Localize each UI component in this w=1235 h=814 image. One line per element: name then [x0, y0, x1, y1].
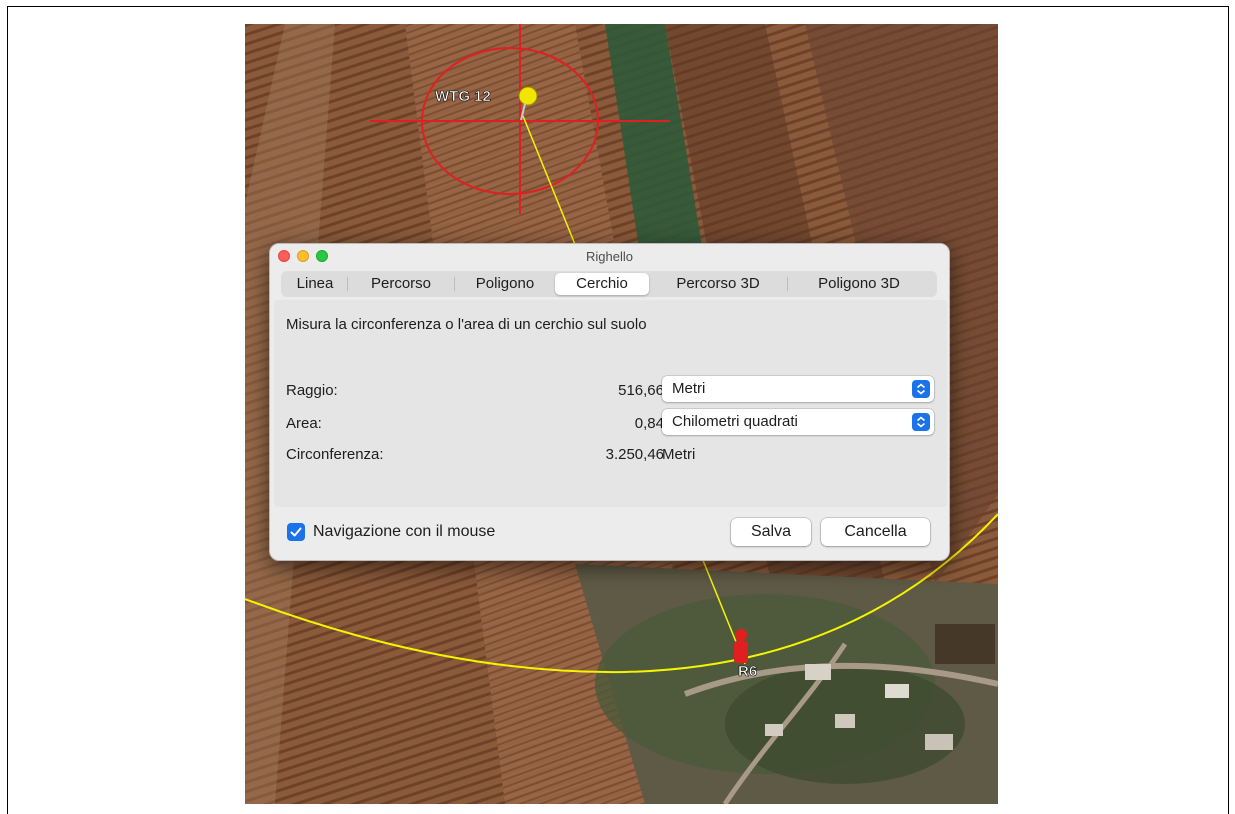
chevron-updown-icon [912, 380, 930, 398]
tab-cerchio[interactable]: Cerchio [555, 273, 649, 295]
receptor-label: R6 [738, 663, 757, 680]
tab-poligono-3d[interactable]: Poligono 3D [788, 273, 930, 295]
circumference-unit: Metri [662, 446, 696, 463]
area-unit-select[interactable]: Chilometri quadrati [662, 409, 934, 435]
window-title: Righello [586, 249, 633, 264]
radius-value: 516,66 [618, 382, 664, 399]
area-unit-value: Chilometri quadrati [672, 413, 798, 430]
window-titlebar[interactable]: Righello [270, 244, 949, 268]
radius-unit-value: Metri [672, 380, 706, 397]
area-label: Area: [286, 415, 322, 432]
radius-unit-select[interactable]: Metri [662, 376, 934, 402]
checkmark-icon [290, 527, 302, 537]
tab-bar: Linea Percorso Poligono Cerchio Percorso… [281, 271, 937, 297]
pin-label: WTG 12 [435, 88, 491, 105]
tab-poligono[interactable]: Poligono [455, 273, 555, 295]
tab-percorso-3d[interactable]: Percorso 3D [649, 273, 787, 295]
area-value: 0,84 [634, 415, 664, 432]
panel-description: Misura la circonferenza o l'area di un c… [286, 316, 647, 333]
mouse-navigation-checkbox[interactable] [287, 523, 305, 541]
tab-percorso[interactable]: Percorso [348, 273, 454, 295]
cancel-button[interactable]: Cancella [821, 518, 930, 546]
ruler-dialog: Righello Linea Percorso Poligono Cerchio… [269, 243, 950, 561]
person-icon [734, 629, 748, 663]
save-button[interactable]: Salva [731, 518, 811, 546]
measurement-panel: Misura la circonferenza o l'area di un c… [274, 300, 947, 507]
mouse-navigation-label[interactable]: Navigazione con il mouse [313, 523, 495, 541]
radius-label: Raggio: [286, 382, 338, 399]
tab-linea[interactable]: Linea [283, 273, 347, 295]
circumference-label: Circonferenza: [286, 446, 384, 463]
chevron-updown-icon [912, 413, 930, 431]
circumference-value: 3.250,46 [605, 446, 664, 463]
